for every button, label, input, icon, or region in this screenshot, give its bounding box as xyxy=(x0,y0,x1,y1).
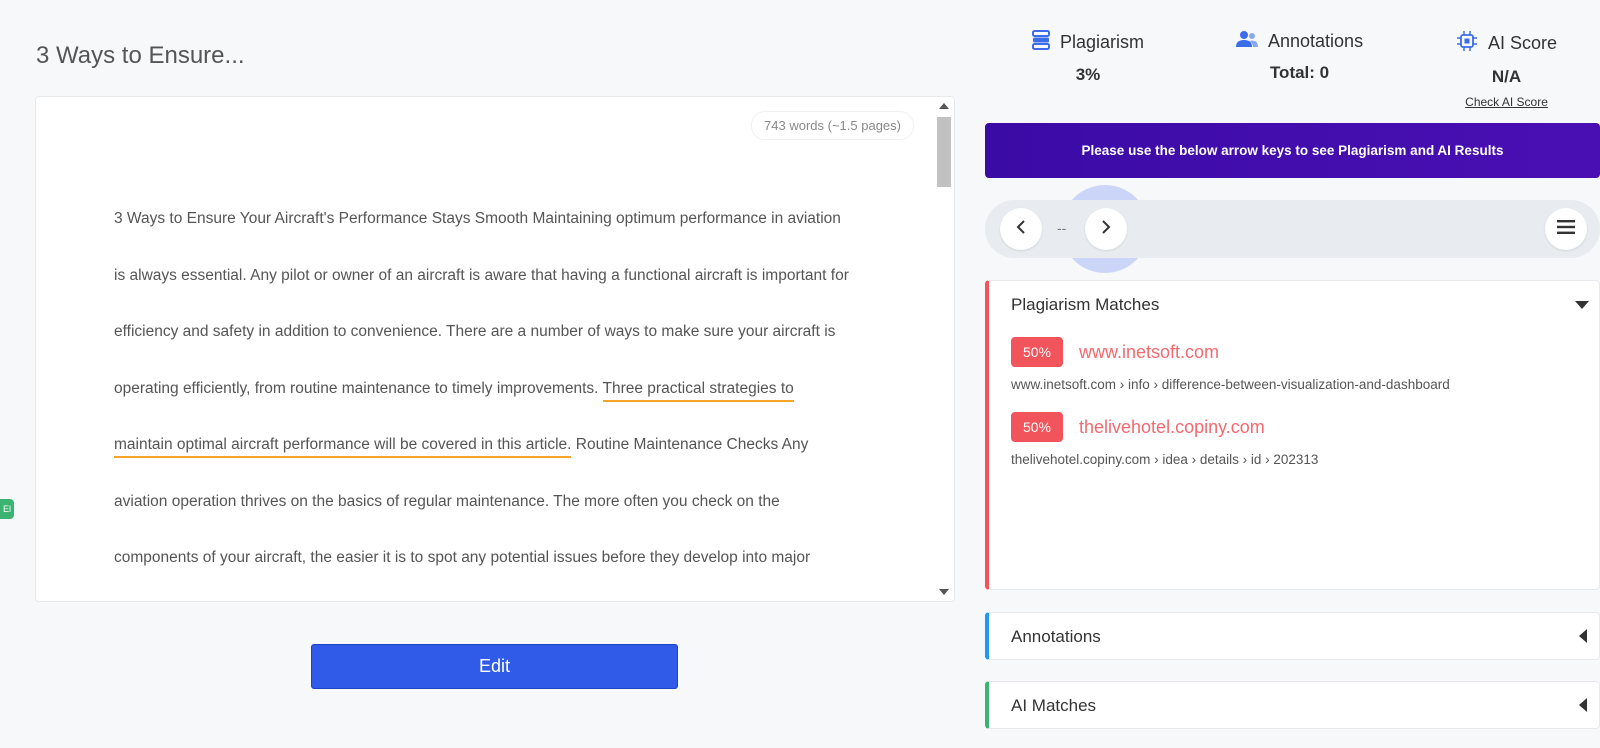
match-percent-badge: 50% xyxy=(1011,337,1063,367)
chevron-left-icon xyxy=(1015,219,1027,240)
scroll-down-arrow-icon[interactable] xyxy=(939,589,949,595)
plagiarism-label: Plagiarism xyxy=(1060,32,1145,52)
scroll-up-arrow-icon[interactable] xyxy=(939,103,949,109)
annotations-label: Annotations xyxy=(1268,31,1364,51)
instruction-banner: Please use the below arrow keys to see P… xyxy=(985,123,1600,178)
match-source-path: thelivehotel.copiny.com › idea › details… xyxy=(1011,452,1319,467)
plagiarism-stat: Plagiarism 3% xyxy=(1032,30,1144,85)
side-feedback-tab[interactable]: El xyxy=(0,499,14,519)
chip-icon xyxy=(1456,30,1478,57)
ai-matches-panel[interactable]: AI Matches xyxy=(985,681,1600,729)
ai-matches-panel-title[interactable]: AI Matches xyxy=(1011,696,1096,716)
edit-button[interactable]: Edit xyxy=(311,644,678,689)
collapse-arrow-icon[interactable] xyxy=(1575,301,1589,309)
editor-scrollbar[interactable] xyxy=(934,97,954,601)
annotations-stat: Annotations Total: 0 xyxy=(1236,30,1363,83)
database-icon xyxy=(1032,30,1050,55)
match-source-link[interactable]: www.inetsoft.com xyxy=(1079,342,1219,363)
annotations-panel-title[interactable]: Annotations xyxy=(1011,627,1101,647)
match-source-path: www.inetsoft.com › info › difference-bet… xyxy=(1011,377,1450,392)
plagiarism-matches-panel: Plagiarism Matches 50% www.inetsoft.com … xyxy=(985,280,1600,590)
match-item: 50% www.inetsoft.com www.inetsoft.com › … xyxy=(1011,337,1450,392)
annotations-value: Total: 0 xyxy=(1269,63,1330,82)
text-segment: Routine Maintenance Checks Any aviation … xyxy=(114,436,811,566)
page-title: 3 Ways to Ensure... xyxy=(36,42,245,69)
text-segment: 3 Ways to Ensure Your Aircraft's Perform… xyxy=(114,210,849,397)
previous-result-button[interactable] xyxy=(1000,208,1042,250)
hamburger-menu-icon xyxy=(1557,219,1575,239)
expand-arrow-icon[interactable] xyxy=(1579,629,1587,643)
match-item: 50% thelivehotel.copiny.com thelivehotel… xyxy=(1011,412,1318,467)
plagiarism-matches-title[interactable]: Plagiarism Matches xyxy=(1011,295,1159,315)
plagiarism-value: 3% xyxy=(1075,65,1101,84)
check-ai-score-link[interactable]: Check AI Score xyxy=(1456,95,1557,109)
chevron-right-icon xyxy=(1100,219,1112,240)
expand-arrow-icon[interactable] xyxy=(1579,698,1587,712)
word-count-badge: 743 words (~1.5 pages) xyxy=(751,111,914,140)
ai-score-value: N/A xyxy=(1491,67,1522,86)
ai-score-stat: AI Score N/A Check AI Score xyxy=(1456,30,1557,109)
document-editor[interactable]: 743 words (~1.5 pages) 3 Ways to Ensure … xyxy=(35,96,955,602)
next-result-button[interactable] xyxy=(1085,208,1127,250)
match-source-link[interactable]: thelivehotel.copiny.com xyxy=(1079,417,1265,438)
document-text[interactable]: 3 Ways to Ensure Your Aircraft's Perform… xyxy=(114,191,854,601)
results-navigator: -- xyxy=(985,200,1600,258)
result-index: -- xyxy=(1057,220,1067,236)
annotations-panel[interactable]: Annotations xyxy=(985,612,1600,660)
ai-score-label: AI Score xyxy=(1488,33,1558,53)
match-percent-badge: 50% xyxy=(1011,412,1063,442)
users-icon xyxy=(1236,30,1258,53)
scroll-thumb[interactable] xyxy=(937,117,951,187)
menu-button[interactable] xyxy=(1545,208,1587,250)
